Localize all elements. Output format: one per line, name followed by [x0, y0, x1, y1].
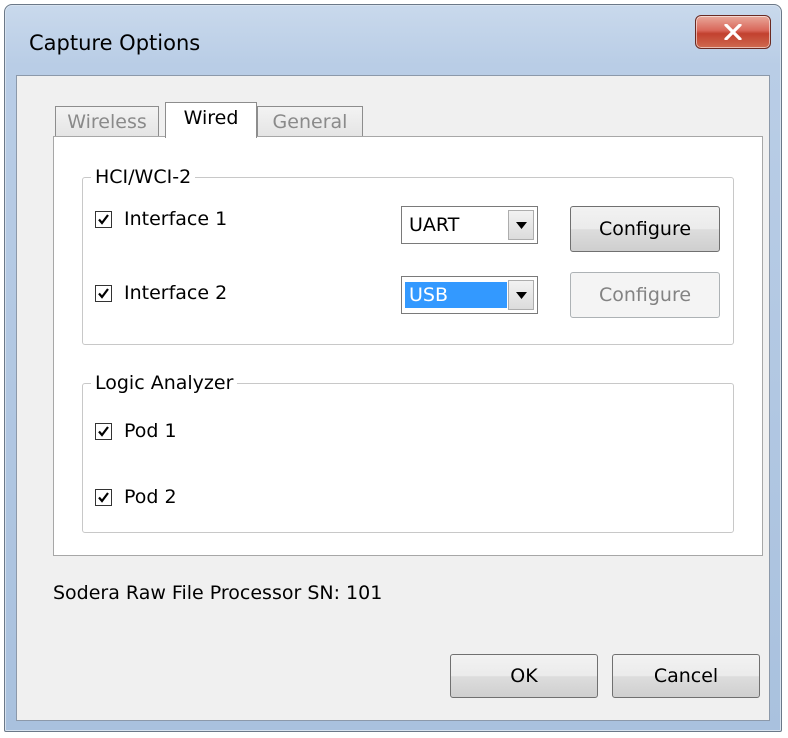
cancel-button[interactable]: Cancel	[612, 654, 760, 698]
interface-1-type-select[interactable]: UART	[401, 206, 538, 244]
pod-2-checkbox[interactable]	[95, 489, 112, 506]
interface-1-configure-button[interactable]: Configure	[570, 206, 720, 252]
hci-wci-2-group-title: HCI/WCI-2	[91, 165, 196, 189]
interface-2-configure-button[interactable]: Configure	[570, 272, 720, 318]
checkmark-icon	[98, 492, 109, 503]
pod-2-label: Pod 2	[124, 486, 177, 508]
capture-options-window: Capture Options Wireless Wired General H…	[4, 4, 782, 732]
interface-2-checkbox[interactable]	[95, 285, 112, 302]
window-title: Capture Options	[29, 31, 201, 55]
interface-2-checkbox-row[interactable]: Interface 2	[95, 282, 295, 306]
checkmark-icon	[98, 214, 109, 225]
interface-1-type-value: UART	[409, 214, 460, 236]
interface-2-dropdown-button[interactable]	[508, 280, 534, 310]
dialog-body: Wireless Wired General HCI/WCI-2 Interfa…	[16, 75, 770, 721]
pod-1-checkbox-row[interactable]: Pod 1	[95, 420, 255, 444]
serial-number-status: Sodera Raw File Processor SN: 101	[53, 582, 383, 604]
logic-analyzer-group: Logic Analyzer Pod 1 Pod 2	[82, 371, 734, 533]
tab-wired[interactable]: Wired	[165, 102, 257, 138]
wired-tab-panel: HCI/WCI-2 Interface 1 UART Configure Int…	[53, 136, 763, 556]
logic-analyzer-group-title: Logic Analyzer	[91, 371, 238, 395]
pod-2-checkbox-row[interactable]: Pod 2	[95, 486, 255, 510]
interface-2-label: Interface 2	[124, 282, 228, 304]
close-button[interactable]	[695, 15, 771, 49]
ok-button[interactable]: OK	[450, 654, 598, 698]
tab-wireless[interactable]: Wireless	[55, 106, 159, 137]
pod-1-label: Pod 1	[124, 420, 177, 442]
tab-general[interactable]: General	[257, 106, 363, 137]
interface-1-checkbox[interactable]	[95, 211, 112, 228]
checkmark-icon	[98, 426, 109, 437]
interface-2-type-value: USB	[405, 282, 507, 308]
interface-1-checkbox-row[interactable]: Interface 1	[95, 208, 295, 232]
pod-1-checkbox[interactable]	[95, 423, 112, 440]
interface-2-type-select[interactable]: USB	[401, 276, 538, 314]
dropdown-arrow-icon	[516, 222, 527, 229]
interface-1-dropdown-button[interactable]	[508, 210, 534, 240]
close-icon	[724, 24, 742, 40]
hci-wci-2-group: HCI/WCI-2 Interface 1 UART Configure Int…	[82, 165, 734, 345]
dropdown-arrow-icon	[516, 292, 527, 299]
interface-1-label: Interface 1	[124, 208, 228, 230]
checkmark-icon	[98, 288, 109, 299]
title-bar[interactable]: Capture Options	[5, 5, 781, 75]
